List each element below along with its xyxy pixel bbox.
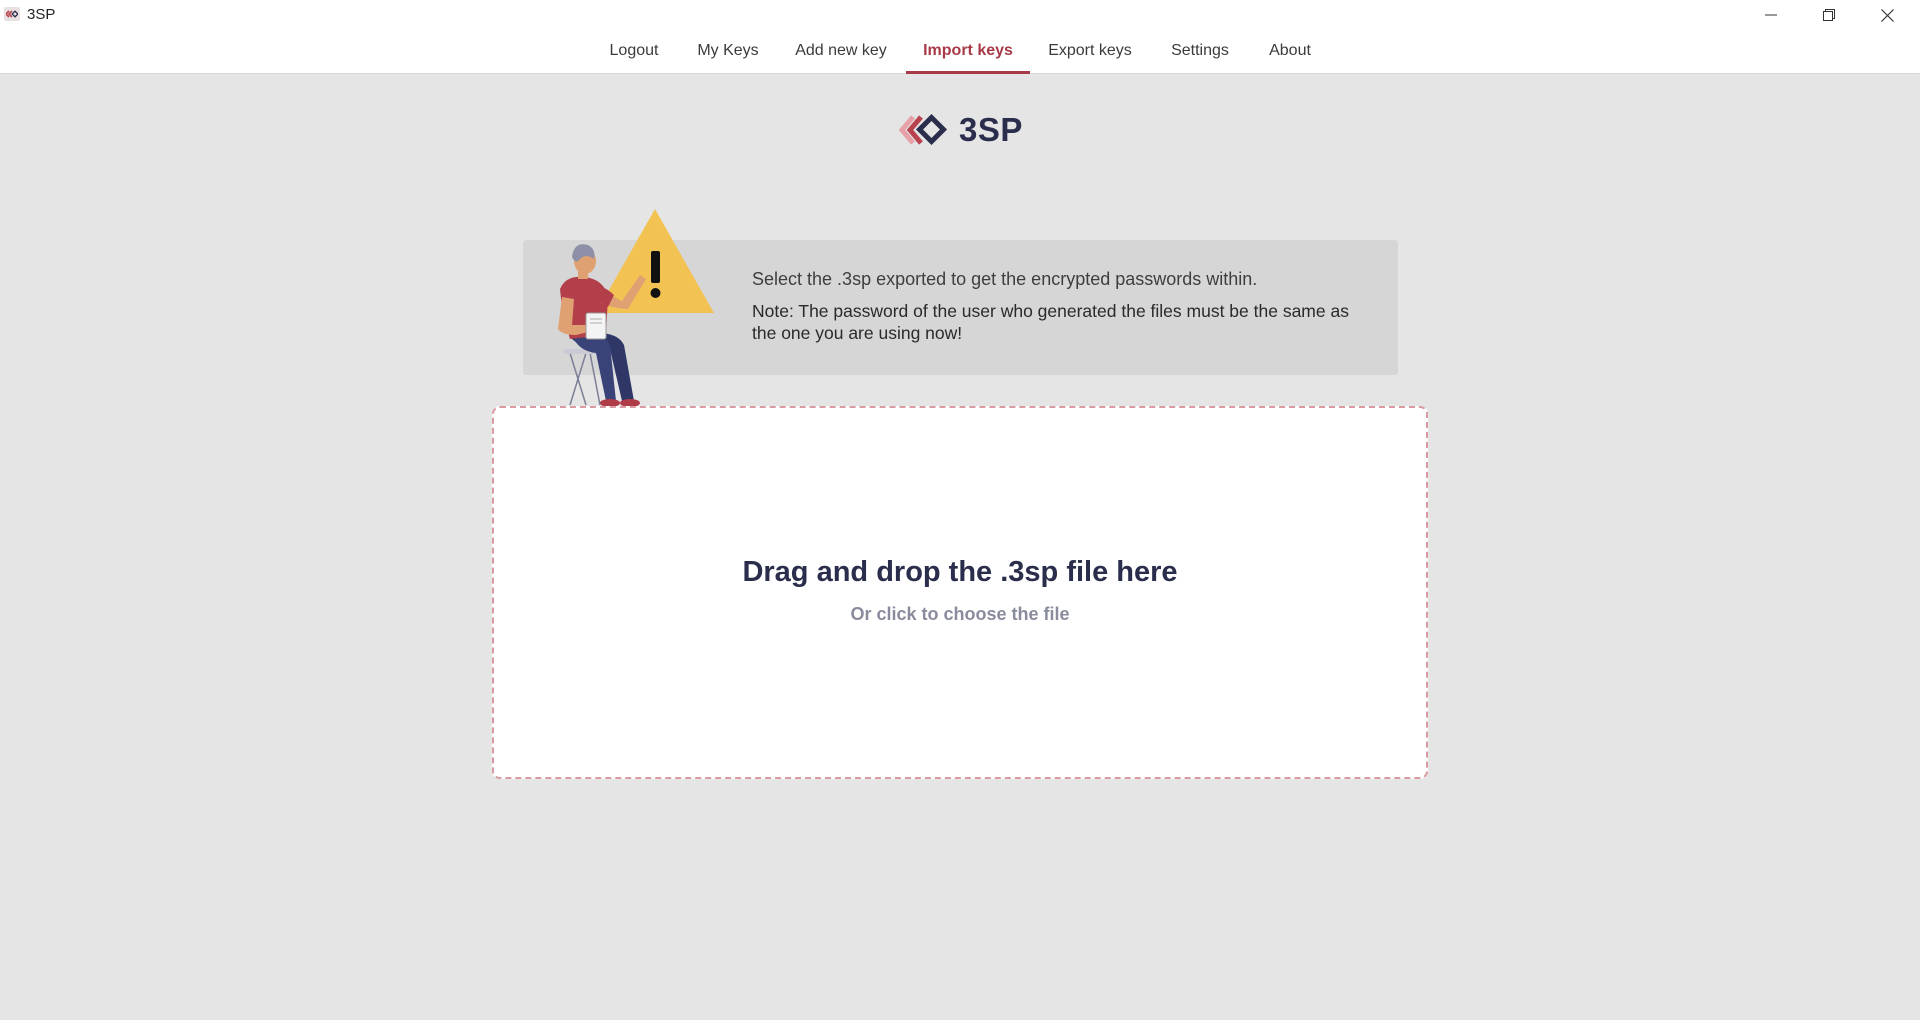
nav-settings[interactable]: Settings <box>1160 30 1240 74</box>
nav-import-keys[interactable]: Import keys <box>906 30 1030 74</box>
notice-instruction: Select the .3sp exported to get the encr… <box>752 269 1258 289</box>
notice-warning: Note: The password of the user who gener… <box>752 301 1349 343</box>
nav-add-new-key[interactable]: Add new key <box>788 30 894 74</box>
nav-my-keys[interactable]: My Keys <box>688 30 768 74</box>
minimize-button[interactable] <box>1742 0 1800 30</box>
close-button[interactable] <box>1858 0 1916 30</box>
app-icon <box>4 7 20 21</box>
minimize-icon <box>1765 14 1777 16</box>
restore-button[interactable] <box>1800 0 1858 30</box>
drop-zone-title: Drag and drop the .3sp file here <box>742 556 1178 588</box>
window-title: 3SP <box>27 6 56 23</box>
close-icon <box>1880 8 1894 22</box>
restore-icon <box>1823 9 1835 21</box>
title-bar: 3SP <box>0 0 1920 30</box>
nav-export-keys[interactable]: Export keys <box>1042 30 1138 74</box>
warning-illustration <box>558 209 714 407</box>
brand-logo: 3SP <box>899 110 1023 150</box>
nav-logout[interactable]: Logout <box>598 30 670 74</box>
logo-text: 3SP <box>959 111 1023 148</box>
file-drop-zone[interactable]: Drag and drop the .3sp file here Or clic… <box>492 406 1428 779</box>
active-tab-indicator <box>906 71 1030 74</box>
choose-file-link[interactable]: Or click to choose the file <box>494 604 1426 625</box>
nav-about[interactable]: About <box>1258 30 1322 74</box>
main-nav: Logout My Keys Add new key Import keys E… <box>0 30 1920 74</box>
logo-mark-icon <box>899 113 948 146</box>
